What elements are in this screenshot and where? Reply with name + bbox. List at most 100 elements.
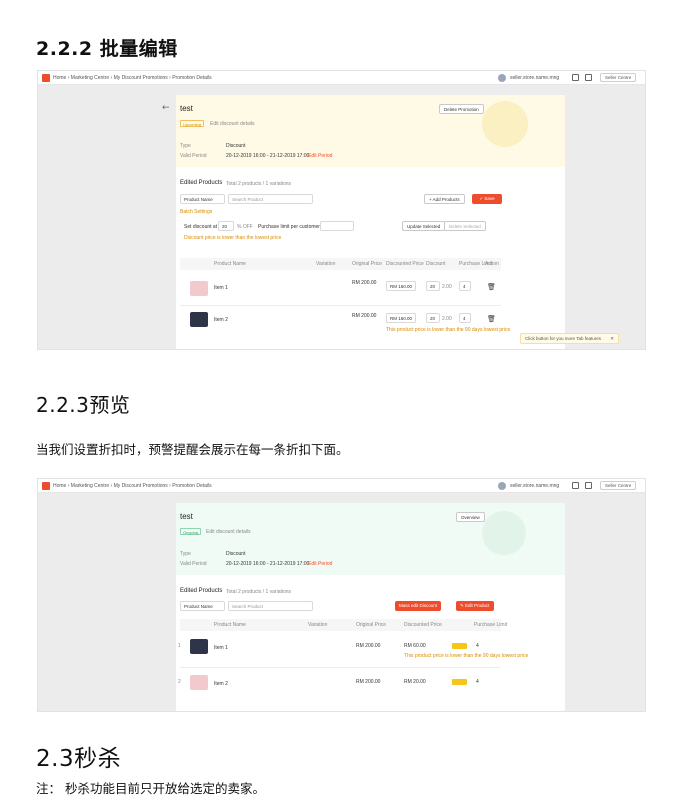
col-variation: Variation (316, 261, 336, 267)
product-thumbnail (190, 281, 208, 296)
user-name[interactable]: seller.store.name.mng (510, 75, 559, 81)
edit-period-link[interactable]: Edit Period (308, 561, 332, 567)
products-hint: Total 2 products / 1 variations (226, 589, 292, 595)
col-product: Product Name (214, 261, 246, 267)
discounted-price: RM 20.00 (404, 679, 426, 685)
original-price: RM 200.00 (352, 313, 377, 319)
product-thumbnail (190, 639, 208, 654)
breadcrumb[interactable]: Home › Marketing Centre › My Discount Pr… (53, 75, 212, 81)
limit-label: Purchase limit per customer at (258, 224, 326, 230)
batch-settings-label: Batch Settings (180, 209, 213, 215)
delete-promotion-button[interactable]: Delete Promotion (439, 104, 484, 114)
top-bar: Home › Marketing Centre › My Discount Pr… (38, 479, 645, 493)
row-divider (180, 305, 501, 306)
type-value: Discount (226, 551, 246, 557)
discounted-price: RM 60.00 (404, 643, 426, 649)
heading-preview: 2.2.3预览 (36, 393, 131, 417)
discount-input[interactable]: 20 (426, 313, 440, 323)
col-product: Product Name (214, 622, 246, 628)
discount-input[interactable]: 20 (426, 281, 440, 291)
breadcrumb[interactable]: Home › Marketing Centre › My Discount Pr… (53, 483, 212, 489)
col-discount: Discount (426, 261, 446, 267)
discount-badge (452, 679, 467, 685)
original-price: RM 200.00 (356, 643, 381, 649)
row-divider (180, 667, 501, 668)
grid-icon[interactable] (572, 74, 579, 81)
seller-centre-button[interactable]: Seller Centre (600, 481, 637, 490)
col-action: Action (485, 261, 499, 267)
save-button[interactable]: ✓ Save (472, 194, 502, 204)
quantity-input[interactable]: 4 (459, 281, 471, 291)
product-name: Item 2 (214, 681, 228, 687)
type-value: Discount (226, 143, 246, 149)
tooltip-banner: Click button for you more Tab features ✕ (520, 333, 620, 344)
delete-selected-button[interactable]: Delete Selected (444, 221, 486, 231)
grid-icon[interactable] (572, 482, 579, 489)
discount-label: Set discount at (184, 224, 218, 230)
limit-value: 2.00 (442, 316, 452, 322)
update-selected-button[interactable]: Update Selected (402, 221, 446, 231)
col-limit: Purchase Limit (474, 622, 508, 628)
trash-icon[interactable]: 🗑 (487, 315, 496, 323)
col-original: Original Price (352, 261, 383, 267)
col-variation: Variation (308, 622, 328, 628)
col-discounted: Discounted Price (386, 261, 424, 267)
filter-select[interactable]: Product Name (180, 194, 225, 204)
trash-icon[interactable]: 🗑 (487, 283, 496, 291)
status-badge: Ongoing (180, 528, 202, 535)
shop-logo-icon (42, 74, 50, 82)
avatar[interactable] (498, 74, 506, 82)
original-price: RM 200.00 (356, 679, 381, 685)
status-note: Edit discount details (210, 121, 255, 127)
discounted-price-input[interactable]: RM 160.00 (386, 313, 416, 323)
decoration-shape (482, 101, 528, 147)
search-input[interactable]: Search Product (228, 194, 313, 204)
type-label: Type (180, 143, 191, 149)
discount-unit: % OFF (237, 224, 253, 230)
row-index: 2 (178, 679, 181, 685)
mass-edit-discount-button[interactable]: Mass edit Discount (395, 601, 442, 611)
promotion-panel: test Ongoing Edit discount details Overv… (176, 503, 565, 711)
close-icon[interactable]: ✕ (610, 336, 614, 341)
user-name[interactable]: seller.store.name.mng (510, 483, 559, 489)
decoration-shape (482, 511, 526, 555)
period-value: 20-12-2019 16:00 - 21-12-2019 17:00 (226, 153, 310, 159)
product-name: Item 2 (214, 317, 228, 323)
back-arrow-icon[interactable]: ← (162, 103, 170, 113)
purchase-limit: 4 (476, 679, 479, 685)
shop-logo-icon (42, 482, 50, 490)
purchase-limit: 4 (476, 643, 479, 649)
seller-centre-button[interactable]: Seller Centre (600, 73, 637, 82)
avatar[interactable] (498, 482, 506, 490)
filter-select[interactable]: Product Name (180, 601, 225, 611)
status-note: Edit discount details (206, 529, 251, 535)
overview-button[interactable]: Overview (456, 512, 485, 522)
row-index: 1 (178, 643, 181, 649)
heading-flash-sale: 2.3秒杀 (36, 746, 122, 772)
period-value: 20-12-2019 16:00 - 21-12-2019 17:00 (226, 561, 310, 567)
limit-input[interactable] (320, 221, 354, 231)
product-name: Item 1 (214, 645, 228, 651)
limit-value: 2.00 (442, 284, 452, 290)
search-input[interactable]: Search Product (228, 601, 313, 611)
col-original: Original Price (356, 622, 387, 628)
flash-sale-note: 注： 秒杀功能目前只开放给选定的卖家。 (36, 781, 265, 796)
discounted-price-input[interactable]: RM 160.00 (386, 281, 416, 291)
discount-badge (452, 643, 467, 649)
period-label: Valid Period (180, 153, 207, 159)
edit-product-button[interactable]: ✎ Edit Product (456, 601, 494, 611)
col-discounted: Discounted Price (404, 622, 442, 628)
product-thumbnail (190, 312, 208, 327)
edit-period-link[interactable]: Edit Period (308, 153, 332, 159)
quantity-input[interactable]: 4 (459, 313, 471, 323)
type-label: Type (180, 551, 191, 557)
price-warning: This product price is lower than the 90 … (404, 653, 529, 659)
screenshot-batch-edit: Home › Marketing Centre › My Discount Pr… (37, 70, 646, 350)
products-title: Edited Products (180, 180, 223, 186)
chat-icon[interactable] (585, 482, 592, 489)
add-products-button[interactable]: + Add Products (424, 194, 465, 204)
chat-icon[interactable] (585, 74, 592, 81)
top-bar: Home › Marketing Centre › My Discount Pr… (38, 71, 645, 85)
heading-batch-edit: 2.2.2 批量编辑 (36, 38, 178, 60)
discount-input[interactable]: 20 (218, 221, 234, 231)
